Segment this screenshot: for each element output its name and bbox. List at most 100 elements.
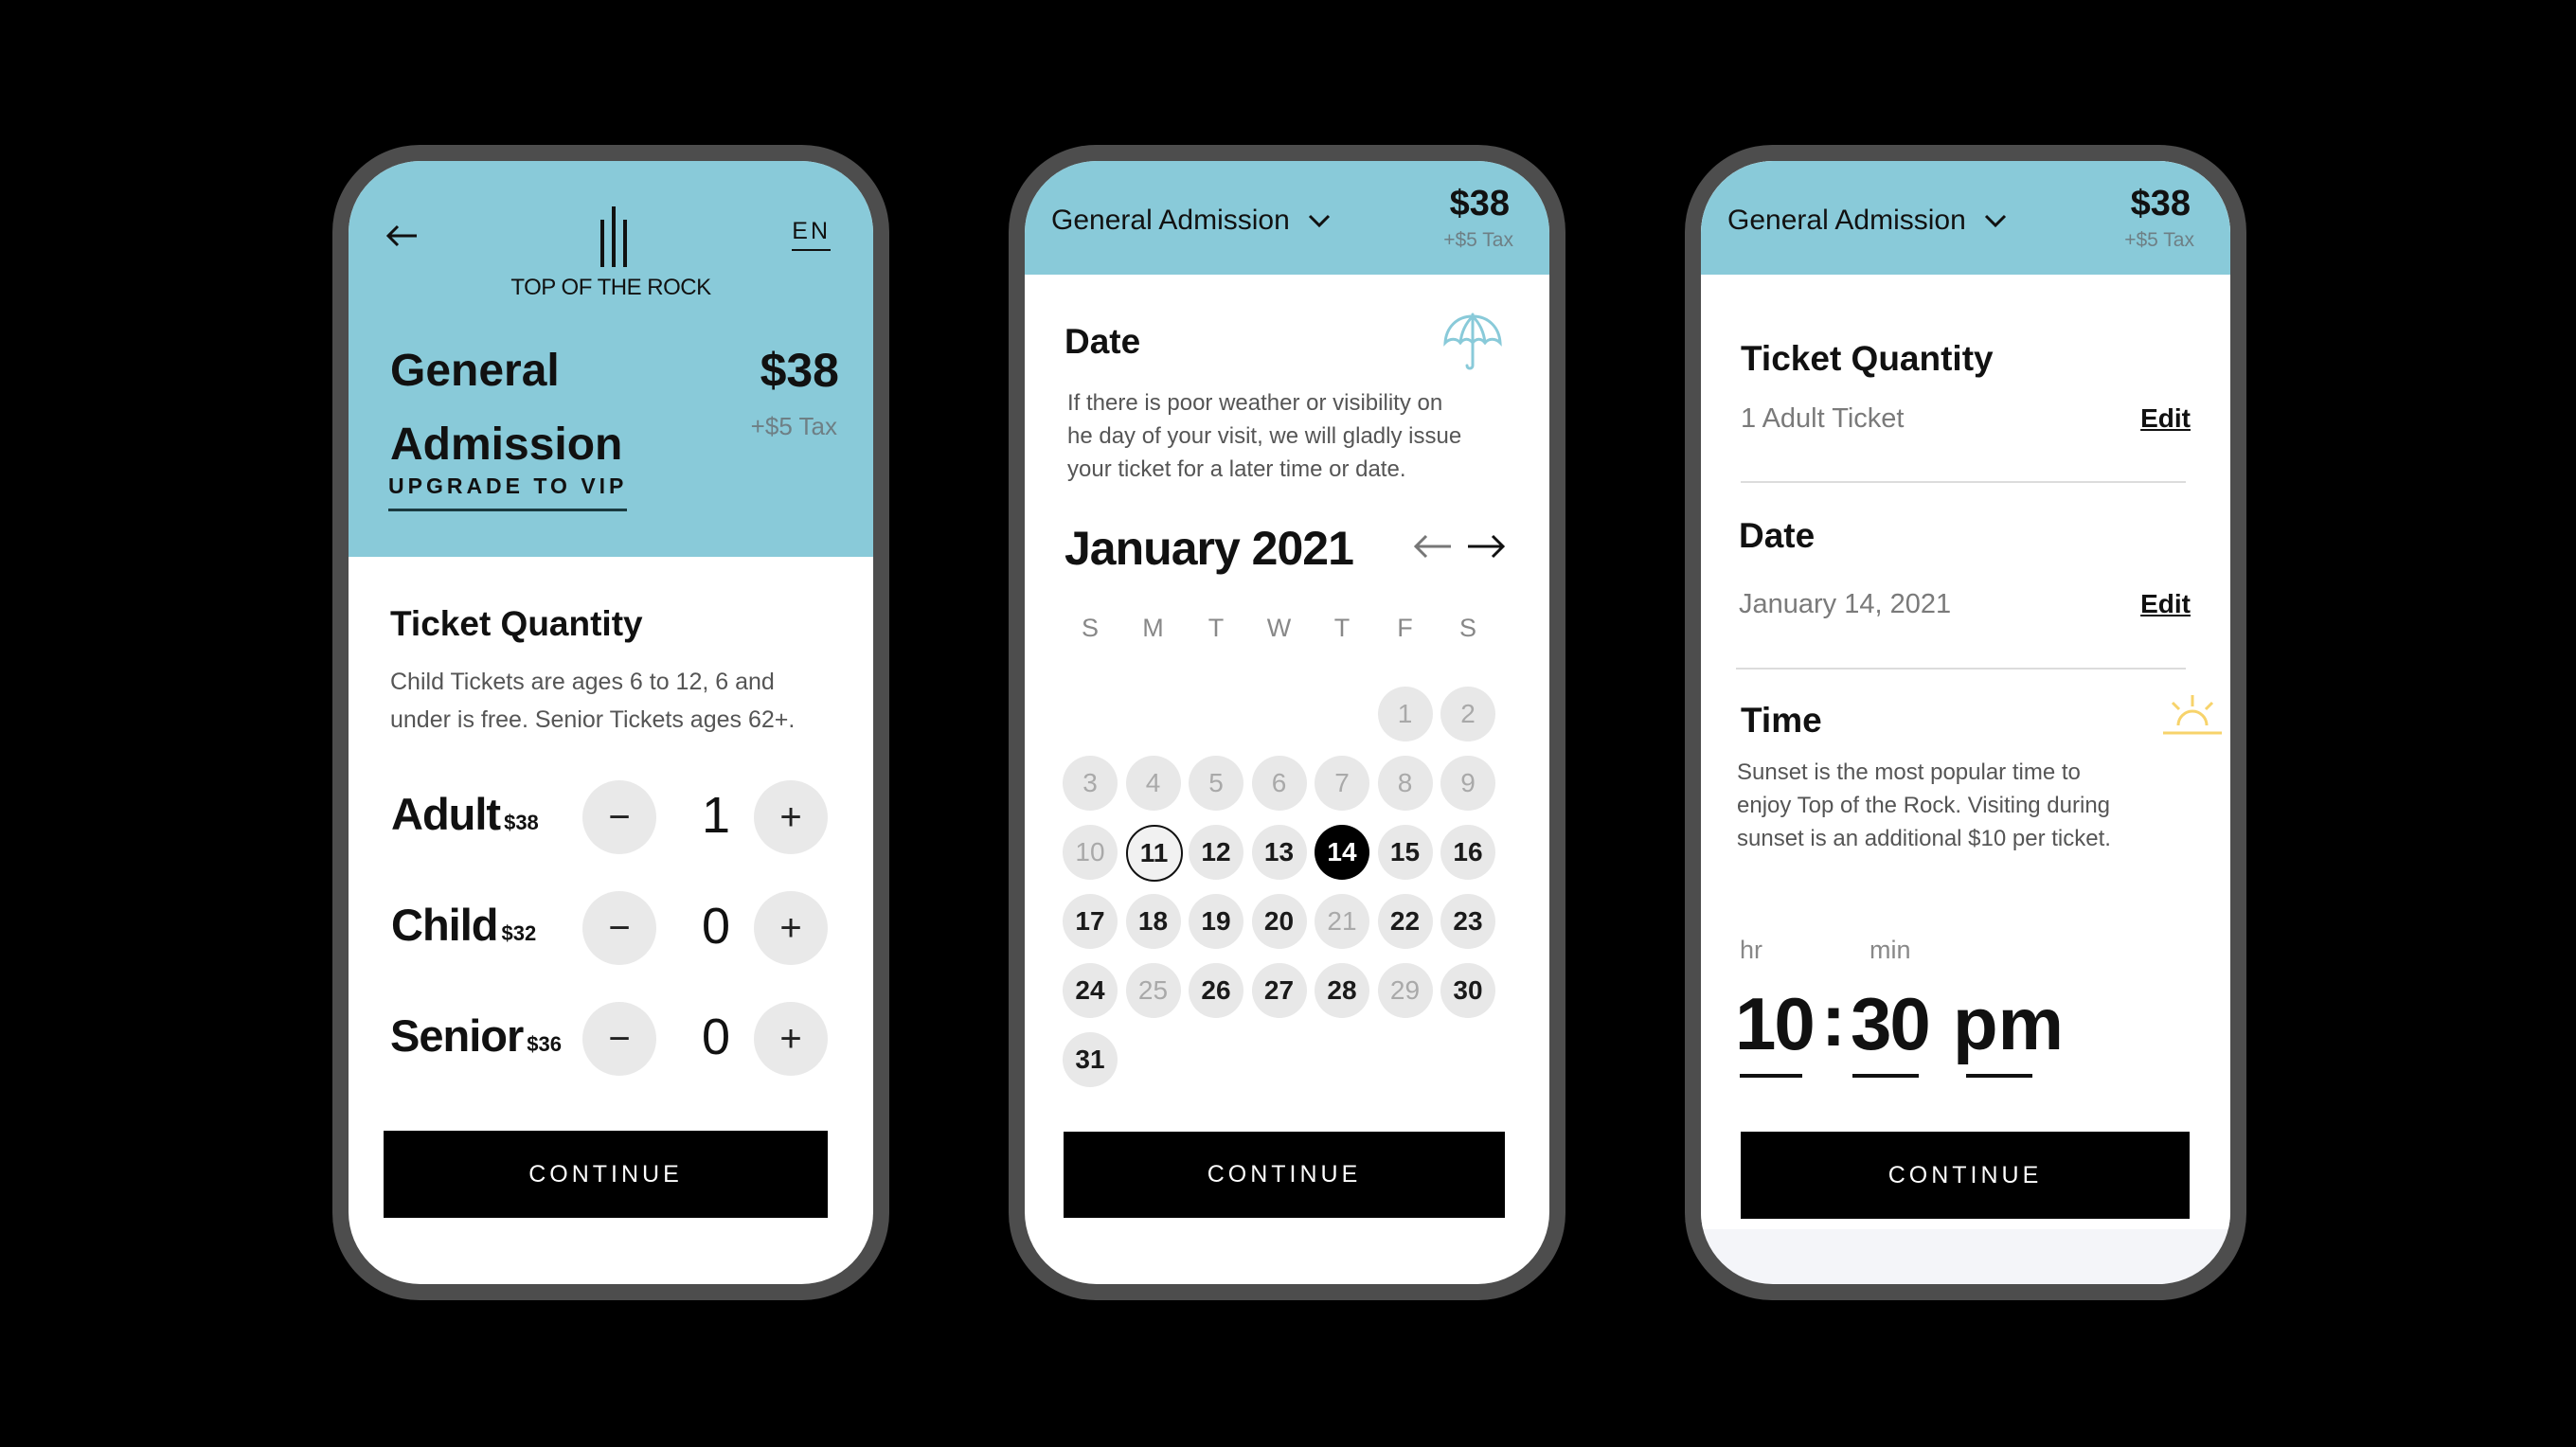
calendar-day[interactable]: 19 (1189, 894, 1243, 949)
increment-button[interactable]: + (754, 891, 828, 965)
minute-input[interactable]: 30 (1851, 981, 1931, 1067)
calendar-day[interactable]: 22 (1377, 894, 1433, 949)
minute-label: min (1869, 936, 1911, 964)
calendar-day: 10 (1063, 825, 1118, 880)
section-description: Child Tickets are ages 6 to 12, 6 and un… (390, 663, 795, 739)
calendar-day[interactable]: 11 (1125, 825, 1183, 882)
ticket-label: Child $32 (391, 900, 537, 950)
calendar-day: 2 (1440, 687, 1495, 741)
price: $38 (2130, 184, 2191, 223)
calendar-day[interactable]: 31 (1063, 1032, 1118, 1087)
increment-button[interactable]: + (754, 1002, 828, 1076)
section-title: Ticket Quantity (390, 604, 643, 643)
minute-underline (1852, 1074, 1919, 1078)
calendar-day: 1 (1377, 687, 1433, 741)
calendar-day[interactable]: 30 (1440, 963, 1495, 1018)
quantity-value: 0 (701, 898, 731, 955)
chevron-down-icon (1984, 214, 2006, 228)
calendar-day[interactable]: 13 (1251, 825, 1307, 880)
calendar-day[interactable]: 12 (1189, 825, 1243, 880)
screen-date-picker: General Admission $38 +$5 Tax Date If th… (1025, 161, 1549, 1284)
header: TOP OF THE ROCK EN General Admission $38… (349, 161, 873, 557)
price: $38 (760, 344, 839, 397)
calendar-day[interactable]: 26 (1189, 963, 1243, 1018)
divider (1741, 481, 2186, 483)
calendar-day: 4 (1125, 756, 1181, 811)
sunset-icon (2161, 691, 2224, 737)
calendar-day[interactable]: 28 (1315, 963, 1369, 1018)
tax: +$5 Tax (1443, 229, 1513, 251)
decrement-button[interactable]: − (582, 780, 656, 854)
decrement-button[interactable]: − (582, 1002, 656, 1076)
chevron-down-icon (1308, 214, 1330, 228)
next-month-button[interactable] (1466, 532, 1506, 561)
ticket-type-dropdown[interactable]: General Admission (1727, 205, 2008, 237)
ticket-type: General Admission (1051, 205, 1290, 236)
title-line-1: General (390, 346, 560, 396)
content-panel (1701, 161, 2230, 1229)
ticket-type: General Admission (1727, 205, 1966, 236)
time-separator: : (1821, 978, 1846, 1062)
weekday-label: S (1081, 614, 1099, 642)
language-selector[interactable]: EN (792, 218, 831, 251)
section-title: Date (1064, 322, 1141, 361)
calendar-day[interactable]: 18 (1125, 894, 1181, 949)
calendar-day: 25 (1125, 963, 1181, 1018)
description-line: enjoy Top of the Rock. Visiting during (1737, 793, 2111, 818)
description-line: he day of your visit, we will gladly iss… (1067, 423, 1462, 449)
logo-text: TOP OF THE ROCK (510, 275, 711, 300)
ticket-price: $38 (504, 811, 539, 834)
calendar-day: 5 (1189, 756, 1243, 811)
increment-button[interactable]: + (754, 780, 828, 854)
calendar-day[interactable]: 20 (1251, 894, 1307, 949)
decrement-button[interactable]: − (582, 891, 656, 965)
calendar-day[interactable]: 16 (1440, 825, 1495, 880)
screen-summary: General Admission $38 +$5 Tax Ticket Qua… (1701, 161, 2230, 1284)
phone-summary: General Admission $38 +$5 Tax Ticket Qua… (1685, 145, 2246, 1300)
calendar-day: 21 (1315, 894, 1369, 949)
hour-input[interactable]: 10 (1735, 981, 1816, 1067)
hour-underline (1740, 1074, 1802, 1078)
title-line-2: Admission (390, 420, 623, 470)
edit-date-link[interactable]: Edit (2140, 589, 2191, 619)
arrow-left-icon (1413, 534, 1451, 559)
calendar-day: 29 (1377, 963, 1433, 1018)
ticket-price: $32 (501, 921, 537, 945)
continue-button[interactable]: CONTINUE (384, 1131, 828, 1218)
description-line: If there is poor weather or visibility o… (1067, 390, 1443, 416)
date-description: If there is poor weather or visibility o… (1067, 386, 1461, 486)
continue-button[interactable]: CONTINUE (1741, 1132, 2190, 1219)
month-label: January 2021 (1064, 522, 1354, 575)
calendar-day[interactable]: 17 (1063, 894, 1118, 949)
calendar-day[interactable]: 15 (1377, 825, 1433, 880)
quantity-value: 0 (701, 1009, 731, 1065)
edit-quantity-link[interactable]: Edit (2140, 403, 2191, 434)
description-line: under is free. Senior Tickets ages 62+. (390, 706, 796, 733)
divider (1736, 668, 2186, 670)
upgrade-to-vip-link[interactable]: UPGRADE TO VIP (388, 473, 628, 511)
calendar-day: 8 (1377, 756, 1433, 811)
phone-ticket-quantity: TOP OF THE ROCK EN General Admission $38… (332, 145, 889, 1300)
calendar-day[interactable]: 23 (1440, 894, 1495, 949)
phone-date-picker: General Admission $38 +$5 Tax Date If th… (1009, 145, 1565, 1300)
ticket-type-dropdown[interactable]: General Admission (1051, 205, 1332, 237)
calendar-day[interactable]: 27 (1251, 963, 1307, 1018)
prev-month-button[interactable] (1413, 532, 1453, 561)
time-title: Time (1741, 701, 1822, 740)
ampm-input[interactable]: pm (1953, 981, 2064, 1067)
calendar-day: 7 (1315, 756, 1369, 811)
arrow-left-icon (385, 224, 417, 247)
back-button[interactable] (385, 222, 419, 250)
weekday-label: W (1266, 614, 1292, 642)
price: $38 (1449, 184, 1510, 223)
header: General Admission $38 +$5 Tax (1025, 161, 1549, 275)
continue-button[interactable]: CONTINUE (1064, 1132, 1505, 1218)
weekday-label: T (1208, 614, 1225, 642)
ticket-label: Senior $36 (390, 1010, 562, 1061)
umbrella-icon (1441, 311, 1504, 373)
calendar-day-selected[interactable]: 14 (1315, 825, 1369, 880)
calendar-day[interactable]: 24 (1063, 963, 1118, 1018)
hour-label: hr (1740, 936, 1763, 964)
calendar-day: 6 (1251, 756, 1307, 811)
page-title: General Admission (390, 333, 622, 483)
